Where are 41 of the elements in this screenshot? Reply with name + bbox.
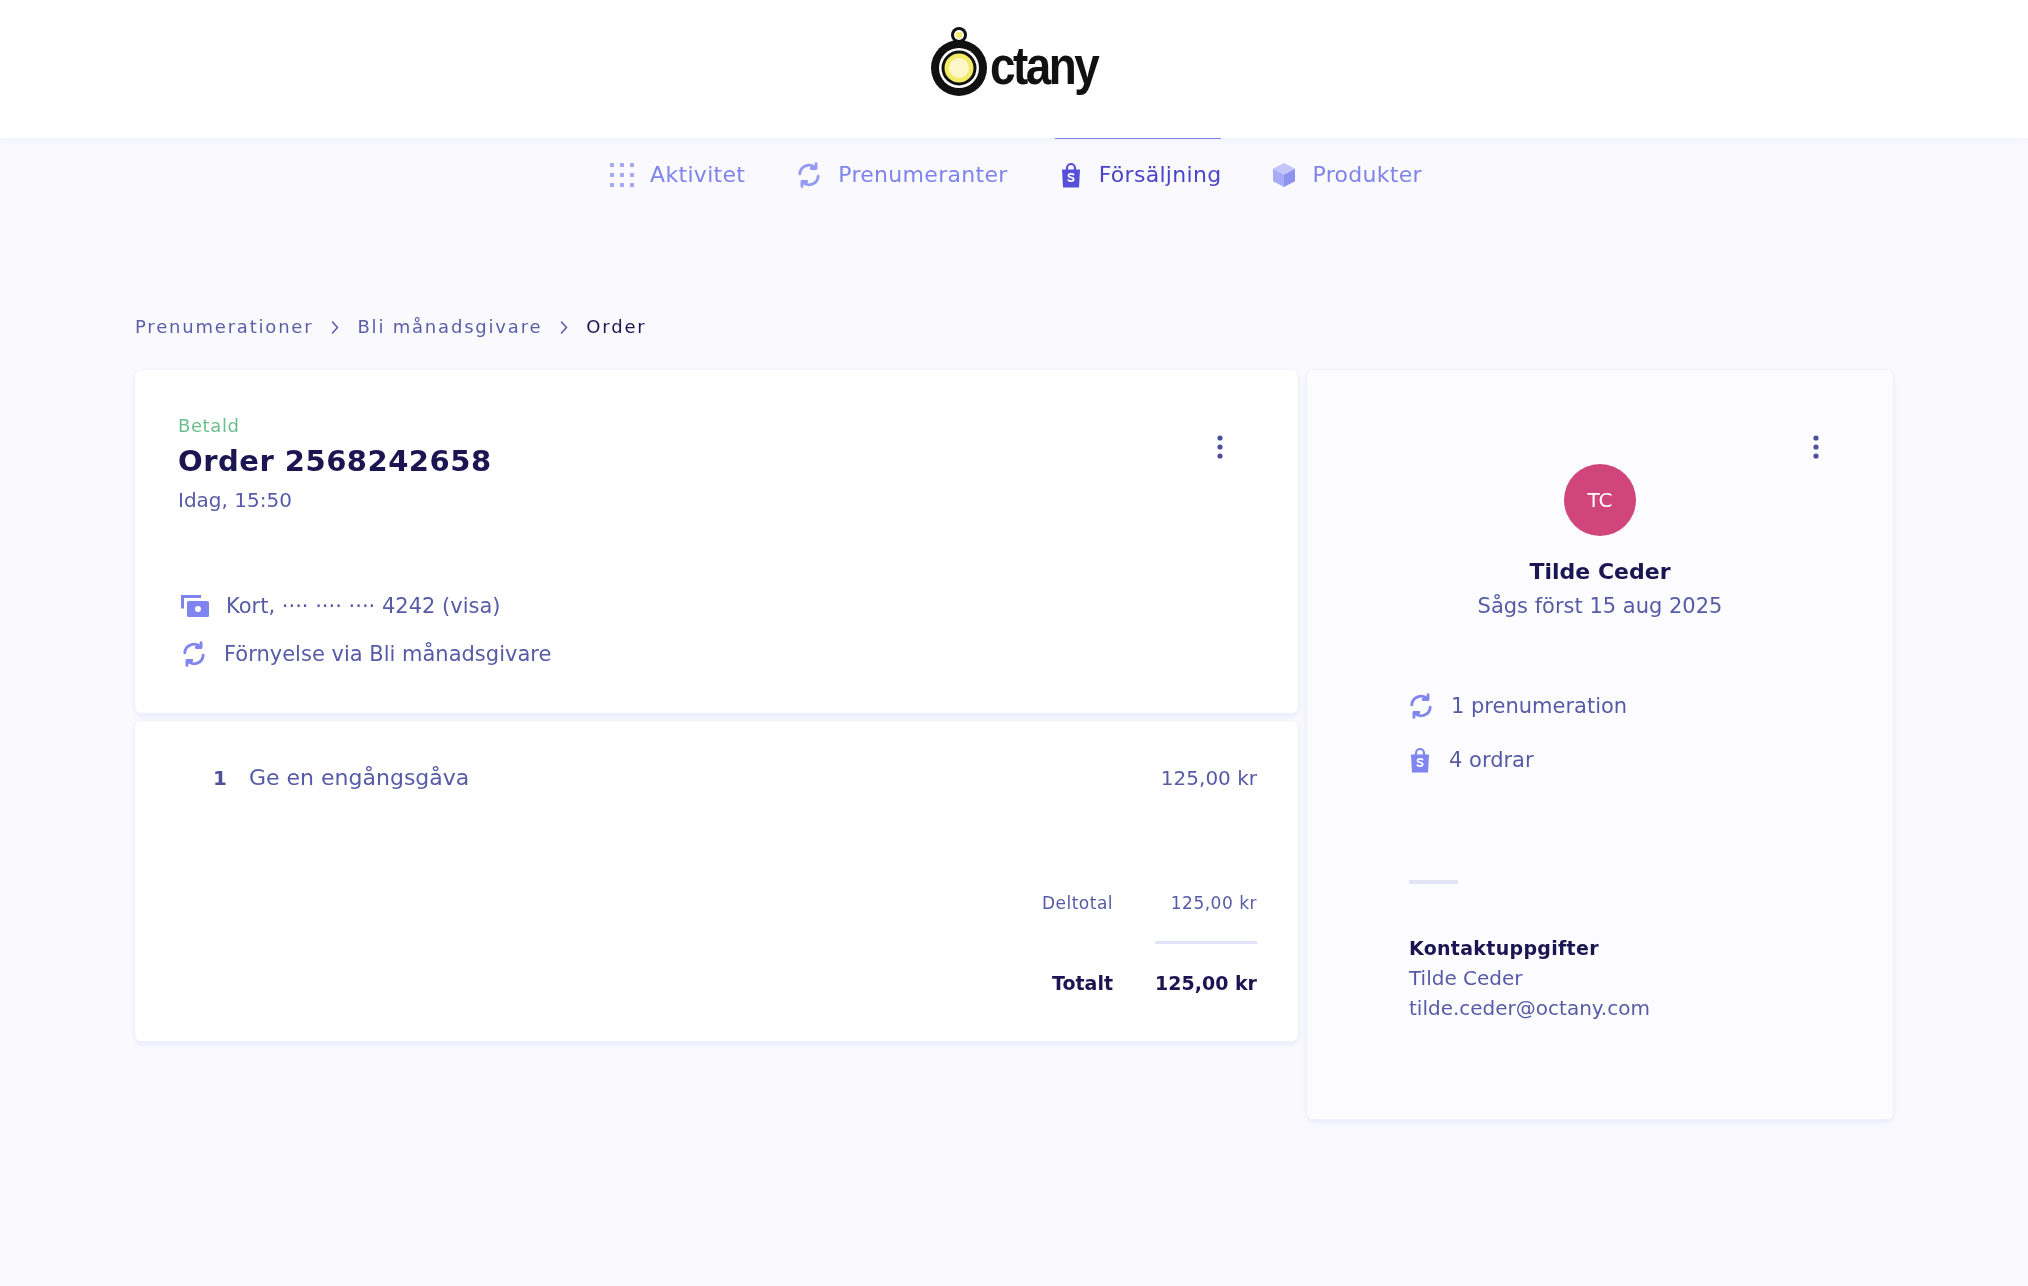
first-seen-text: Sågs först 15 aug 2025 xyxy=(1476,593,1724,620)
more-options-button[interactable] xyxy=(1217,435,1223,459)
breadcrumb-current: Order xyxy=(586,315,647,339)
detail-text: Kort, ···· ···· ···· 4242 (visa) xyxy=(226,593,501,620)
item-name: Ge en engångsgåva xyxy=(249,764,470,792)
shopping-bag-icon xyxy=(1408,747,1432,773)
stat-text: 1 prenumeration xyxy=(1451,693,1628,720)
kebab-icon xyxy=(1217,435,1223,459)
chevron-right-icon xyxy=(560,320,569,334)
total-value: 125,00 kr xyxy=(1155,971,1257,996)
contact-name: Tilde Ceder xyxy=(1409,965,1524,992)
status-label: Betald xyxy=(178,415,241,437)
cube-icon xyxy=(1272,162,1297,188)
logo-ring-icon xyxy=(930,26,987,96)
stat-text: 4 ordrar xyxy=(1449,747,1534,774)
avatar: TC xyxy=(1564,464,1636,536)
item-price: 125,00 kr xyxy=(1160,765,1257,792)
chevron-right-icon xyxy=(331,320,340,334)
nav-tab[interactable]: Aktivitet xyxy=(606,136,746,190)
grid-icon xyxy=(610,163,635,187)
total-label: Totalt xyxy=(1052,971,1114,996)
customer-name: Tilde Ceder xyxy=(1528,558,1672,586)
order-title: Order 2568242658 xyxy=(178,444,492,479)
breadcrumb-link[interactable]: Bli månadsgivare xyxy=(357,315,543,339)
subtotal-label: Deltotal xyxy=(1041,892,1114,915)
kebab-icon xyxy=(1813,435,1819,459)
refresh-icon xyxy=(796,162,823,188)
nav-tab[interactable]: Försäljning xyxy=(1054,136,1222,190)
item-quantity: 1 xyxy=(213,765,228,792)
subtotal-value: 125,00 kr xyxy=(1170,892,1257,915)
refresh-icon xyxy=(181,641,207,667)
nav-tab[interactable]: Prenumeranter xyxy=(792,136,1008,190)
refresh-icon xyxy=(1408,693,1434,719)
nav-tab[interactable]: Produkter xyxy=(1268,136,1422,190)
contact-email: tilde.ceder@octany.com xyxy=(1409,995,1651,1022)
detail-text: Förnyelse via Bli månadsgivare xyxy=(224,641,552,668)
more-options-button[interactable] xyxy=(1813,435,1819,459)
contact-heading: Kontaktuppgifter xyxy=(1409,936,1600,961)
banknotes-icon xyxy=(181,595,209,617)
order-date: Idag, 15:50 xyxy=(178,487,293,514)
breadcrumb-link[interactable]: Prenumerationer xyxy=(135,315,314,339)
